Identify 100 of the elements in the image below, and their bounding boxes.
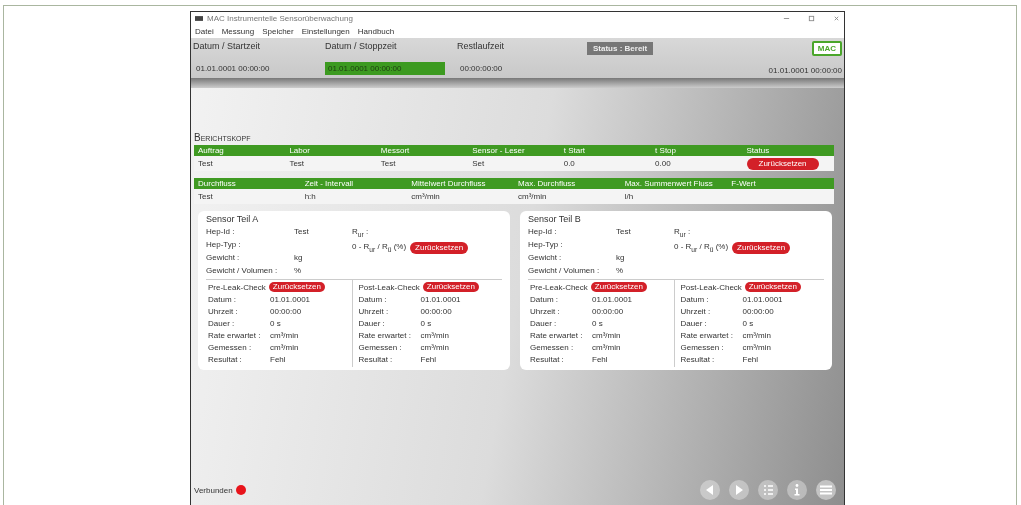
reset-button[interactable]: Zurücksetzen (590, 282, 647, 292)
table-cell-text: 0.00 (654, 159, 672, 168)
maximize-icon[interactable] (808, 15, 815, 22)
next-icon[interactable] (729, 480, 749, 500)
reset-button[interactable]: Zurücksetzen (732, 241, 791, 254)
connection-label: Verbunden (194, 485, 233, 495)
column-header: Labor (288, 146, 311, 155)
field-value: 01.01.0001 (592, 294, 633, 304)
logo: MAC (811, 41, 842, 56)
table-cell-text: Test (197, 192, 214, 201)
field-value: % (616, 266, 624, 275)
table-cell-text: Test (288, 159, 306, 168)
field-value: Test (616, 227, 631, 236)
field-label: Rate erwartet : (530, 330, 584, 340)
column-header: Status (745, 146, 771, 155)
field-label: Hep-Typ : (206, 240, 242, 249)
field-value: 01.01.0001 (742, 294, 783, 304)
field-label: Gewicht / Volumen : (528, 266, 601, 275)
field-label: Uhrzeit : (680, 306, 712, 316)
reset-button[interactable]: Zurücksetzen (268, 282, 325, 292)
field-label: Uhrzeit : (358, 306, 390, 316)
card-title: Sensor Teil B (528, 214, 582, 224)
section-title: Berichtskopf (194, 132, 252, 143)
window-title: MAC Instrumentelle Sensorüberwachung (207, 14, 353, 23)
field-value: cm³/min (742, 342, 771, 352)
field-value: Fehl (592, 354, 608, 364)
field-value: cm³/min (742, 330, 771, 340)
column-header: Zeit - Intervall (303, 179, 355, 188)
card-title: Sensor Teil A (206, 214, 260, 224)
check-label: Post-Leak-Check (358, 282, 420, 292)
field-label: Uhrzeit : (208, 306, 239, 316)
field-label: Rate erwartet : (208, 330, 262, 340)
reset-button[interactable]: Zurücksetzen (422, 282, 479, 292)
field-label: Datum / Startzeit (193, 41, 262, 51)
menu-item[interactable]: Handbuch (357, 27, 395, 36)
field-value: kg (616, 253, 625, 262)
field-value: Fehl (270, 354, 286, 364)
field-value: 0 s (270, 318, 281, 328)
field-label: Dauer : (208, 318, 236, 328)
close-icon[interactable] (833, 15, 840, 22)
field-label: Rate erwartet : (680, 330, 734, 340)
column-header: Durchfluss (197, 179, 237, 188)
check-label: Pre-Leak-Check (208, 282, 266, 292)
info-icon[interactable] (787, 480, 807, 500)
formula-label: 0 - R$_{ur}$ / R$_{ü}$ (%) (674, 242, 729, 253)
column-header: Mittelwert Durchfluss (410, 179, 487, 188)
field-value: cm³/min (420, 342, 449, 352)
column-header: Auftrag (197, 146, 225, 155)
field-value: Fehl (420, 354, 437, 364)
field-value: cm³/min (592, 342, 621, 352)
field-label: Hep-Id : (528, 227, 558, 236)
field-label: Datum : (208, 294, 237, 304)
field-label: Resultat : (208, 354, 243, 364)
table-cell-text: l/h (623, 192, 635, 201)
field-label: R$_{ur}$ : (674, 227, 692, 238)
field-label: Hep-Typ : (528, 240, 564, 249)
table-cell-text: Test (197, 159, 214, 168)
menu-item[interactable]: Messung (221, 27, 255, 36)
field-label: Restlaufzeit (457, 41, 506, 51)
check-label: Pre-Leak-Check (530, 282, 588, 292)
column-header: t Start (562, 146, 587, 155)
column-header: t Stop (654, 146, 677, 155)
menu-item[interactable]: Speicher (262, 27, 294, 36)
field-label: Datum : (530, 294, 559, 304)
menu-item[interactable]: Datei (195, 27, 214, 36)
field-value: 00:00:00 (592, 306, 624, 316)
field-value: cm³/min (592, 330, 621, 340)
menu-item[interactable]: Einstellungen (301, 27, 350, 36)
column-header: F-Wert (730, 179, 757, 188)
reset-button[interactable]: Zurücksetzen (410, 241, 469, 254)
previous-icon[interactable] (700, 480, 720, 500)
field-value: cm³/min (420, 330, 449, 340)
field-label: Resultat : (358, 354, 394, 364)
reset-button[interactable]: Zurücksetzen (744, 282, 801, 292)
field-value: 0 s (592, 318, 603, 328)
field-label: Dauer : (358, 318, 386, 328)
field-label: Datum : (680, 294, 710, 304)
field-label: Dauer : (530, 318, 558, 328)
field-value: 00:00:00 (270, 306, 302, 316)
field-value: 0 s (742, 318, 754, 328)
field-value: 00:00:00 (420, 306, 452, 316)
minimize-icon[interactable] (783, 15, 790, 22)
reset-button[interactable]: Zurücksetzen (746, 157, 819, 170)
status-badge: Status : Bereit (587, 42, 654, 55)
field-label: Gemessen : (530, 342, 575, 352)
formula-label: 0 - R$_{ur}$ / R$_{ü}$ (%) (352, 242, 407, 253)
field-label: Gemessen : (208, 342, 253, 352)
field-value: 00:00:00 (742, 306, 774, 316)
field-label: Hep-Id : (206, 227, 236, 236)
field-label: Gemessen : (358, 342, 403, 352)
table-cell-text: Set (471, 159, 486, 168)
field-value: 01.01.0001 00:00:00 (195, 63, 271, 75)
field-label: Gewicht : (528, 253, 563, 262)
table-cell-text: cm³/min (410, 192, 441, 201)
menu-icon[interactable] (816, 480, 836, 500)
field-label: Uhrzeit : (530, 306, 561, 316)
table-cell-text: 0.0 (562, 159, 576, 168)
clock: 01.01.0001 00:00:00 (768, 66, 842, 75)
table-cell-text: cm³/min (517, 192, 548, 201)
list-icon[interactable] (758, 480, 778, 500)
